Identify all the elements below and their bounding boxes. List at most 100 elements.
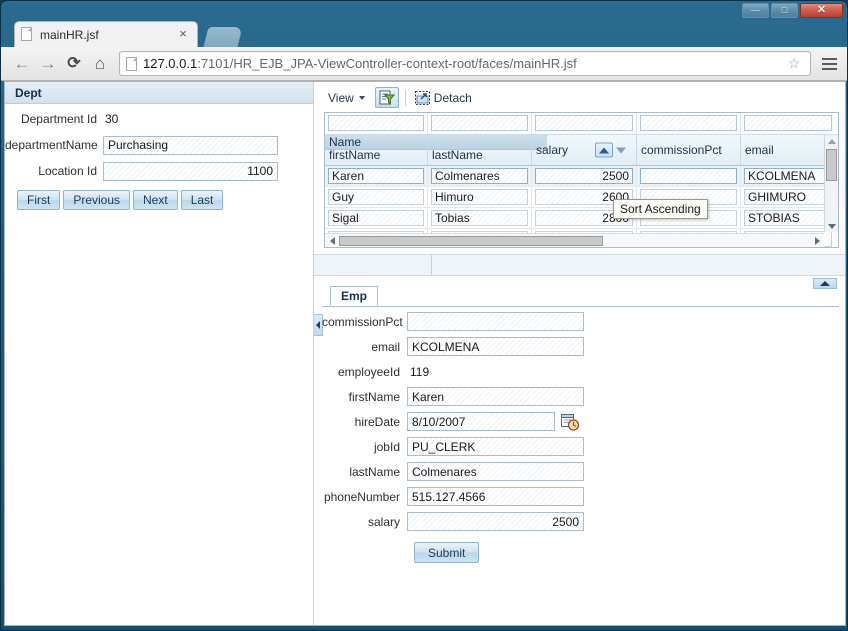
emp-form: commissionPct email KCOLMENA employeeId … <box>322 310 839 563</box>
browser-window: — □ ✕ mainHR.jsf × ← → ⟳ ⌂ 127.0.0.1:710… <box>0 0 848 631</box>
lastname-input[interactable]: Colmenares <box>407 462 584 481</box>
table-header-row: Name firstName lastName salary commissio <box>325 135 838 166</box>
cell-salary[interactable]: 2500 <box>535 168 633 184</box>
filter-input-commissionpct[interactable] <box>640 115 737 131</box>
filter-cell-commissionpct[interactable] <box>637 113 741 134</box>
commissionpct-input[interactable] <box>407 312 584 331</box>
cell-firstname[interactable]: Guy <box>328 189 424 205</box>
scrollbar-thumb[interactable] <box>339 235 603 246</box>
chevron-down-icon <box>358 95 365 100</box>
page-icon <box>21 27 34 42</box>
salary-input[interactable]: 2500 <box>407 512 584 531</box>
field-label: Department Id <box>20 112 97 126</box>
location-id-input[interactable]: 1100 <box>103 161 278 181</box>
cell-firstname[interactable]: Karen <box>328 168 424 184</box>
close-window-button[interactable]: ✕ <box>800 3 843 18</box>
table-row[interactable]: Sigal Tobias 2800 STOBIAS <box>325 208 838 229</box>
table-vertical-scrollbar[interactable] <box>824 135 838 232</box>
scroll-right-button[interactable] <box>810 234 824 248</box>
hiredate-input[interactable]: 8/10/2007 <box>407 412 555 431</box>
query-filter-icon <box>379 90 395 105</box>
reload-icon[interactable]: ⟳ <box>61 51 87 77</box>
cell-commissionpct[interactable] <box>640 168 737 184</box>
filter-cell-lastname[interactable] <box>428 113 532 134</box>
toolbar-separator <box>404 89 406 106</box>
firstname-input[interactable]: Karen <box>407 387 584 406</box>
jobid-input[interactable]: PU_CLERK <box>407 437 584 456</box>
tab-emp[interactable]: Emp <box>330 286 379 306</box>
footer-segment <box>432 255 845 275</box>
table-row[interactable]: Karen Colmenares 2500 KCOLMENA <box>325 166 838 187</box>
table-toolbar: View Detach <box>324 85 839 110</box>
field-department-id: Department Id 30 <box>5 108 313 130</box>
query-by-example-button[interactable] <box>374 87 399 108</box>
department-name-input[interactable]: Purchasing <box>103 135 278 155</box>
minimize-icon: — <box>751 5 760 15</box>
column-header-lastname[interactable]: lastName <box>428 135 532 165</box>
previous-button[interactable]: Previous <box>63 190 131 210</box>
next-button[interactable]: Next <box>133 190 178 210</box>
scrollbar-thumb[interactable] <box>826 149 837 181</box>
submit-button[interactable]: Submit <box>414 542 480 563</box>
filter-input-salary[interactable] <box>535 115 633 131</box>
field-lastname: lastName Colmenares <box>322 460 839 483</box>
table-row[interactable]: Guy Himuro 2600 GHIMURO <box>325 187 838 208</box>
phonenumber-input[interactable]: 515.127.4566 <box>407 487 584 506</box>
email-input[interactable]: KCOLMENA <box>407 337 584 356</box>
first-button[interactable]: First <box>17 190 61 210</box>
dept-panel: Dept Department Id 30 departmentName Pur… <box>5 82 314 625</box>
filter-cell-firstname[interactable] <box>325 113 428 134</box>
scroll-down-button[interactable] <box>825 220 839 232</box>
last-button[interactable]: Last <box>180 190 224 210</box>
tab-close-icon[interactable]: × <box>175 26 191 43</box>
field-label: lastName <box>349 464 400 479</box>
field-label: phoneNumber <box>323 489 400 504</box>
sort-ascending-button[interactable] <box>595 142 613 158</box>
sort-descending-button[interactable] <box>614 143 628 158</box>
forward-icon[interactable]: → <box>35 51 61 77</box>
filter-cell-email[interactable] <box>741 113 835 134</box>
bookmark-star-icon[interactable]: ☆ <box>784 55 804 72</box>
home-icon[interactable]: ⌂ <box>87 51 113 77</box>
cell-lastname[interactable]: Himuro <box>431 189 528 205</box>
cell-email[interactable]: GHIMURO <box>744 189 832 205</box>
column-header-email[interactable]: email <box>741 135 835 165</box>
back-icon[interactable]: ← <box>9 51 35 77</box>
cell-firstname[interactable]: Sigal <box>328 210 424 226</box>
cell-lastname[interactable]: Colmenares <box>431 168 528 184</box>
cell-email[interactable]: STOBIAS <box>744 210 832 226</box>
table-horizontal-scrollbar[interactable] <box>325 233 824 247</box>
minimize-button[interactable]: — <box>742 3 769 18</box>
view-menu-button[interactable]: View <box>324 91 369 105</box>
field-phonenumber: phoneNumber 515.127.4566 <box>322 485 839 508</box>
filter-input-email[interactable] <box>744 115 832 131</box>
column-label: lastName <box>432 148 483 162</box>
new-tab-button[interactable] <box>203 27 243 47</box>
address-bar[interactable]: 127.0.0.1:7101/HR_EJB_JPA-ViewController… <box>119 51 811 76</box>
triangle-up-icon <box>827 138 836 144</box>
cell-lastname[interactable]: Tobias <box>431 210 528 226</box>
cell-email[interactable]: KCOLMENA <box>744 168 832 184</box>
filter-cell-salary[interactable] <box>532 113 637 134</box>
scroll-left-button[interactable] <box>325 234 339 248</box>
browser-tab-mainhr[interactable]: mainHR.jsf × <box>14 21 198 47</box>
scroll-up-button[interactable] <box>825 135 839 147</box>
tab-title: mainHR.jsf <box>40 27 99 42</box>
triangle-down-icon <box>827 223 836 229</box>
field-jobid: jobId PU_CLERK <box>322 435 839 458</box>
maximize-button[interactable]: □ <box>771 3 798 18</box>
filter-input-firstname[interactable] <box>328 115 424 131</box>
detach-button[interactable]: Detach <box>412 90 475 105</box>
filter-input-lastname[interactable] <box>431 115 528 131</box>
column-header-commissionpct[interactable]: commissionPct <box>637 135 741 165</box>
employees-table: Name firstName lastName salary commissio <box>324 112 839 248</box>
close-icon: ✕ <box>816 4 827 16</box>
column-header-firstname[interactable]: firstName <box>325 135 428 165</box>
browser-menu-icon[interactable] <box>817 51 841 77</box>
page-viewport: Dept Department Id 30 departmentName Pur… <box>4 81 846 626</box>
calendar-clock-icon[interactable] <box>561 413 580 431</box>
column-header-salary[interactable]: salary <box>532 135 637 165</box>
dept-panel-title: Dept <box>5 82 313 104</box>
field-label: commissionPct <box>322 314 403 329</box>
field-label: Location Id <box>38 164 97 178</box>
